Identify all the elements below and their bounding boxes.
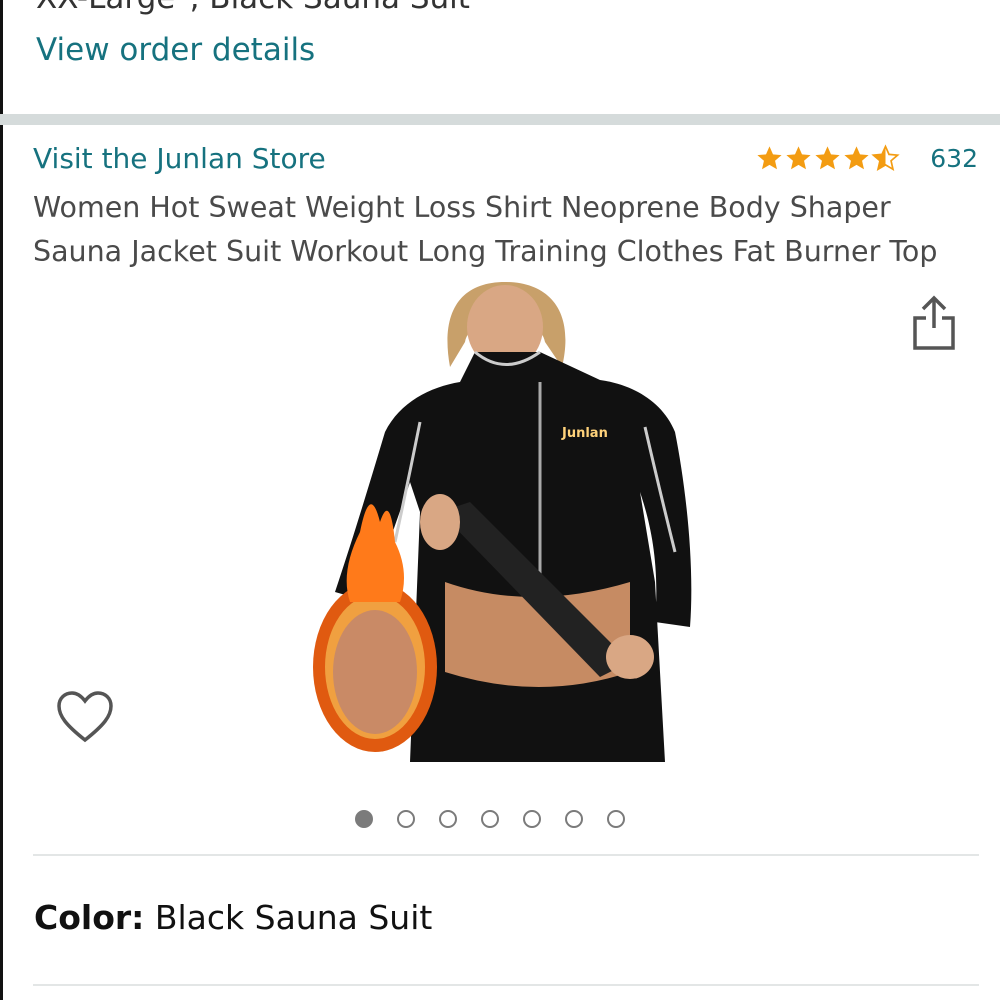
review-count-link[interactable]: 632	[930, 144, 978, 173]
product-image[interactable]: Junlan	[300, 282, 710, 772]
section-divider	[0, 114, 1000, 125]
star-icon	[844, 146, 869, 170]
carousel-dot[interactable]	[439, 810, 457, 828]
star-icon	[815, 146, 840, 170]
divider	[33, 984, 979, 986]
color-label: Color:	[34, 898, 145, 937]
carousel-dot[interactable]	[355, 810, 373, 828]
brand-logo-text: Junlan	[561, 426, 608, 441]
image-carousel-indicator[interactable]	[355, 810, 625, 828]
view-order-details-link[interactable]: View order details	[36, 32, 315, 68]
visit-store-link[interactable]: Visit the Junlan Store	[33, 142, 326, 175]
rating-summary[interactable]: 632	[755, 144, 978, 173]
color-value: Black Sauna Suit	[154, 898, 433, 937]
heart-icon[interactable]	[56, 690, 114, 746]
share-icon[interactable]	[910, 294, 958, 352]
product-title: Women Hot Sweat Weight Loss Shirt Neopre…	[33, 191, 938, 268]
window-edge	[0, 0, 3, 1000]
star-icon	[757, 146, 782, 170]
star-rating	[755, 144, 900, 173]
previous-order-variant-text: XX-Large", Black Sauna Suit	[36, 0, 470, 16]
carousel-dot[interactable]	[565, 810, 583, 828]
color-selection: Color: Black Sauna Suit	[34, 898, 432, 937]
carousel-dot[interactable]	[481, 810, 499, 828]
star-icon	[786, 146, 811, 170]
carousel-dot[interactable]	[397, 810, 415, 828]
divider	[33, 854, 979, 856]
carousel-dot[interactable]	[523, 810, 541, 828]
carousel-dot[interactable]	[607, 810, 625, 828]
star-half-icon	[871, 144, 900, 171]
